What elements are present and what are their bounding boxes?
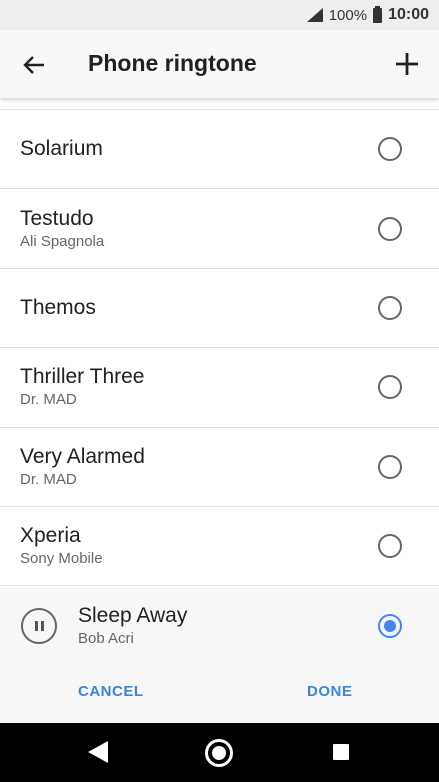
radio-checked-dot xyxy=(384,620,396,632)
ringtone-artist: Ali Spagnola xyxy=(20,232,105,250)
list-item-text: Xperia Sony Mobile xyxy=(20,523,103,569)
cancel-button[interactable]: CANCEL xyxy=(78,683,144,700)
radio-button[interactable] xyxy=(378,216,402,241)
ringtone-title: Very Alarmed xyxy=(20,444,145,468)
ringtone-item-xperia[interactable]: Xperia Sony Mobile xyxy=(0,507,439,587)
ringtone-item-themos[interactable]: Themos xyxy=(0,269,439,349)
add-ringtone-button[interactable] xyxy=(387,44,427,84)
ringtone-list: Solarium Testudo Ali Spagnola Themos Thr… xyxy=(0,110,439,587)
pause-icon-bar xyxy=(40,621,44,631)
page-title: Phone ringtone xyxy=(88,50,257,76)
pause-button[interactable] xyxy=(21,608,57,644)
ringtone-title: Themos xyxy=(20,295,96,319)
nav-back-icon[interactable] xyxy=(86,740,110,764)
status-bar: 100% 10:00 xyxy=(0,0,439,30)
radio-button[interactable] xyxy=(378,454,402,479)
ringtone-item-testudo[interactable]: Testudo Ali Spagnola xyxy=(0,189,439,269)
battery-icon xyxy=(373,5,383,23)
pause-icon xyxy=(34,621,38,631)
nav-home-icon[interactable] xyxy=(205,739,233,767)
navigation-bar xyxy=(0,723,439,782)
done-button[interactable]: DONE xyxy=(307,683,352,700)
radio-button[interactable] xyxy=(378,534,402,559)
ringtone-title: Testudo xyxy=(20,206,94,230)
ringtone-title: Xperia xyxy=(20,524,81,548)
selected-ringtone-text: Sleep Away Bob Acri xyxy=(78,603,187,649)
status-time: 10:00 xyxy=(388,6,429,23)
list-item-text: Solarium xyxy=(20,136,103,162)
nav-home-dot xyxy=(212,746,226,760)
list-item-text: Thriller Three Dr. MAD xyxy=(20,364,144,410)
selected-ringtone-panel: Sleep Away Bob Acri CANCEL DONE xyxy=(0,587,439,723)
radio-button[interactable] xyxy=(378,375,402,400)
ringtone-item-very-alarmed[interactable]: Very Alarmed Dr. MAD xyxy=(0,428,439,507)
status-icons: 100% 10:00 xyxy=(306,0,429,30)
ringtone-item-thriller-three[interactable]: Thriller Three Dr. MAD xyxy=(0,348,439,428)
list-item-text: Very Alarmed Dr. MAD xyxy=(20,444,145,490)
selected-ringtone-title: Sleep Away xyxy=(78,604,188,627)
app-bar: Phone ringtone xyxy=(0,30,439,98)
arrow-left-icon xyxy=(23,56,44,74)
radio-button[interactable] xyxy=(378,137,402,162)
list-item-text: Themos xyxy=(20,295,96,321)
selected-ringtone-artist: Bob Acri xyxy=(78,630,134,647)
battery-percent: 100% xyxy=(328,6,368,24)
ringtone-artist: Dr. MAD xyxy=(20,391,77,409)
plus-icon xyxy=(396,53,418,75)
ringtone-title: Thriller Three xyxy=(20,365,145,389)
ringtone-artist: Dr. MAD xyxy=(20,470,77,488)
ringtone-item-solarium[interactable]: Solarium xyxy=(0,110,439,190)
back-button[interactable] xyxy=(14,45,54,85)
radio-button-checked[interactable] xyxy=(378,614,402,638)
list-item-text: Testudo Ali Spagnola xyxy=(20,206,104,252)
ringtone-title: Solarium xyxy=(20,137,103,161)
ringtone-artist: Sony Mobile xyxy=(20,550,103,568)
nav-recents-icon[interactable] xyxy=(333,744,349,760)
radio-button[interactable] xyxy=(378,295,402,320)
signal-icon xyxy=(306,8,323,22)
